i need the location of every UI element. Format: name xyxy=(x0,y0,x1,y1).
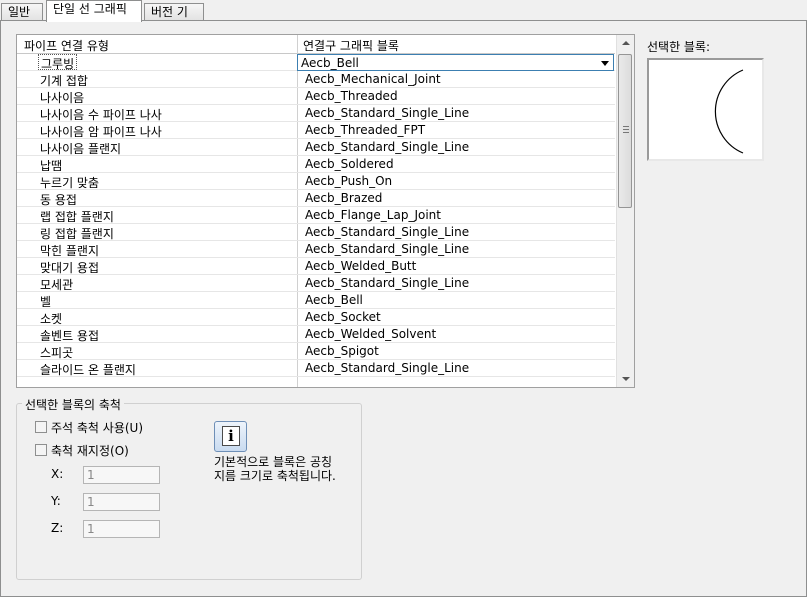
connection-type-cell[interactable]: 누르기 맞춤 xyxy=(40,174,99,191)
table-row[interactable]: 누르기 맞춤 Aecb_Push_On xyxy=(17,173,615,190)
graphic-block-cell[interactable]: Aecb_Welded_Butt xyxy=(305,259,416,273)
table-row[interactable]: 나사이음 암 파이프 나사 Aecb_Threaded_FPT xyxy=(17,122,615,139)
grid-rows: 그루빙 Aecb_Bell 기계 접합 Aecb_Mechanical_Joint 나사… xyxy=(17,54,615,377)
block-dropdown-value: Aecb_Bell xyxy=(301,56,359,70)
connection-type-cell[interactable]: 슬라이드 온 플랜지 xyxy=(40,361,136,378)
graphic-block-cell[interactable]: Aecb_Standard_Single_Line xyxy=(305,276,469,290)
table-row[interactable]: 스피곳 Aecb_Spigot xyxy=(17,343,615,360)
table-row[interactable]: 나사이음 수 파이프 나사 Aecb_Standard_Single_Line xyxy=(17,105,615,122)
column-header-block[interactable]: 연결구 그래픽 블록 xyxy=(303,37,399,54)
table-row[interactable]: 솔벤트 용접 Aecb_Welded_Solvent xyxy=(17,326,615,343)
column-header-type[interactable]: 파이프 연결 유형 xyxy=(24,37,109,54)
vertical-scrollbar[interactable] xyxy=(616,35,634,387)
table-row[interactable]: 납땜 Aecb_Soldered xyxy=(17,156,615,173)
tab-single-line-graphics[interactable]: 단일 선 그래픽 xyxy=(46,0,142,22)
table-row[interactable]: 나사이음 플랜지 Aecb_Standard_Single_Line xyxy=(17,139,615,156)
connection-type-cell[interactable]: 그루빙 xyxy=(38,54,78,71)
graphic-block-cell[interactable]: Aecb_Socket xyxy=(305,310,381,324)
scrollbar-thumb[interactable] xyxy=(618,54,632,208)
chevron-down-icon[interactable] xyxy=(601,61,609,66)
connection-type-cell[interactable]: 맞대기 용접 xyxy=(40,259,99,276)
graphic-block-cell[interactable]: Aecb_Threaded xyxy=(305,89,398,103)
table-row[interactable]: 모세관 Aecb_Standard_Single_Line xyxy=(17,275,615,292)
table-row[interactable]: 맞대기 용접 Aecb_Welded_Butt xyxy=(17,258,615,275)
graphic-block-cell[interactable]: Aecb_Mechanical_Joint xyxy=(305,72,441,86)
graphic-block-cell[interactable]: Aecb_Standard_Single_Line xyxy=(305,106,469,120)
reset-scale-checkbox[interactable] xyxy=(35,444,47,456)
connection-type-cell[interactable]: 스피곳 xyxy=(40,344,73,361)
scroll-up-button[interactable] xyxy=(617,35,634,52)
connection-type-cell[interactable]: 막힌 플랜지 xyxy=(40,242,99,259)
table-row[interactable]: 나사이음 Aecb_Threaded xyxy=(17,88,615,105)
z-scale-label: Z: xyxy=(51,521,64,535)
x-scale-field[interactable]: 1 xyxy=(83,466,160,484)
arrow-down-icon xyxy=(622,377,630,381)
table-row[interactable]: 그루빙 Aecb_Bell xyxy=(17,54,615,71)
info-message: 기본적으로 블록은 공칭 지름 크기로 축척됩니다. xyxy=(214,455,354,483)
arrow-up-icon xyxy=(622,41,630,45)
graphic-block-cell[interactable]: Aecb_Welded_Solvent xyxy=(305,327,436,341)
connection-type-cell[interactable]: 솔벤트 용접 xyxy=(40,327,99,344)
connection-type-cell[interactable]: 랩 접합 플랜지 xyxy=(40,208,114,225)
y-scale-field[interactable]: 1 xyxy=(83,493,160,511)
bell-arc-graphic xyxy=(714,69,744,154)
graphic-block-cell[interactable]: Aecb_Push_On xyxy=(305,174,392,188)
graphic-block-cell[interactable]: Aecb_Soldered xyxy=(305,157,394,171)
connection-type-cell[interactable]: 나사이음 암 파이프 나사 xyxy=(40,123,162,140)
table-row[interactable]: 랩 접합 플랜지 Aecb_Flange_Lap_Joint xyxy=(17,207,615,224)
table-row[interactable]: 링 접합 플랜지 Aecb_Standard_Single_Line xyxy=(17,224,615,241)
graphic-block-cell[interactable]: Aecb_Threaded_FPT xyxy=(305,123,425,137)
graphic-block-cell[interactable]: Aecb_Standard_Single_Line xyxy=(305,361,469,375)
connection-type-cell[interactable]: 나사이음 수 파이프 나사 xyxy=(40,106,162,123)
tab-bar: 일반 단일 선 그래픽 버전 기록 xyxy=(0,0,807,33)
table-row[interactable]: 막힌 플랜지 Aecb_Standard_Single_Line xyxy=(17,241,615,258)
connection-type-cell[interactable]: 나사이음 플랜지 xyxy=(40,140,121,157)
graphic-block-cell[interactable]: Aecb_Flange_Lap_Joint xyxy=(305,208,441,222)
table-row[interactable]: 동 용접 Aecb_Brazed xyxy=(17,190,615,207)
connection-type-cell[interactable]: 동 용접 xyxy=(40,191,77,208)
graphic-block-cell[interactable]: Aecb_Standard_Single_Line xyxy=(305,225,469,239)
connection-type-cell[interactable]: 링 접합 플랜지 xyxy=(40,225,114,242)
connection-type-cell[interactable]: 납땜 xyxy=(40,157,62,174)
graphic-block-cell[interactable]: Aecb_Standard_Single_Line xyxy=(305,140,469,154)
connection-grid: 파이프 연결 유형 연결구 그래픽 블록 그루빙 Aecb_Bell 기계 접합 Ae… xyxy=(16,34,635,388)
connection-type-cell[interactable]: 벨 xyxy=(40,293,51,310)
y-scale-label: Y: xyxy=(51,494,61,508)
scale-group-title: 선택한 블록의 축척 xyxy=(22,396,124,413)
graphic-block-cell[interactable]: Aecb_Standard_Single_Line xyxy=(305,242,469,256)
graphic-block-cell[interactable]: Aecb_Spigot xyxy=(305,344,379,358)
use-annotation-scale-label[interactable]: 주석 축척 사용(U) xyxy=(51,419,143,436)
info-icon: i xyxy=(214,421,247,452)
block-preview xyxy=(647,58,764,161)
use-annotation-scale-checkbox[interactable] xyxy=(35,421,47,433)
connection-type-cell[interactable]: 소켓 xyxy=(40,310,62,327)
graphic-block-cell[interactable]: Aecb_Brazed xyxy=(305,191,382,205)
preview-label: 선택한 블록: xyxy=(647,40,711,54)
connection-type-cell[interactable]: 모세관 xyxy=(40,276,73,293)
reset-scale-label[interactable]: 축척 재지정(O) xyxy=(51,442,129,459)
x-scale-label: X: xyxy=(51,467,64,481)
grid-header: 파이프 연결 유형 연결구 그래픽 블록 xyxy=(17,35,615,54)
z-scale-field[interactable]: 1 xyxy=(83,520,160,538)
table-row[interactable]: 슬라이드 온 플랜지 Aecb_Standard_Single_Line xyxy=(17,360,615,377)
table-row[interactable]: 벨 Aecb_Bell xyxy=(17,292,615,309)
info-line-1: 기본적으로 블록은 공칭 xyxy=(214,455,333,469)
connection-type-cell[interactable]: 나사이음 xyxy=(40,89,84,106)
info-line-2: 지름 크기로 축척됩니다. xyxy=(214,469,336,483)
block-dropdown[interactable]: Aecb_Bell xyxy=(297,54,614,71)
tab-version-history[interactable]: 버전 기록 xyxy=(144,3,204,33)
table-row[interactable]: 소켓 Aecb_Socket xyxy=(17,309,615,326)
graphic-block-cell[interactable]: Aecb_Bell xyxy=(305,293,363,307)
scroll-down-button[interactable] xyxy=(617,370,634,387)
connection-type-cell[interactable]: 기계 접합 xyxy=(40,72,88,89)
table-row[interactable]: 기계 접합 Aecb_Mechanical_Joint xyxy=(17,71,615,88)
tab-general[interactable]: 일반 xyxy=(1,3,43,20)
